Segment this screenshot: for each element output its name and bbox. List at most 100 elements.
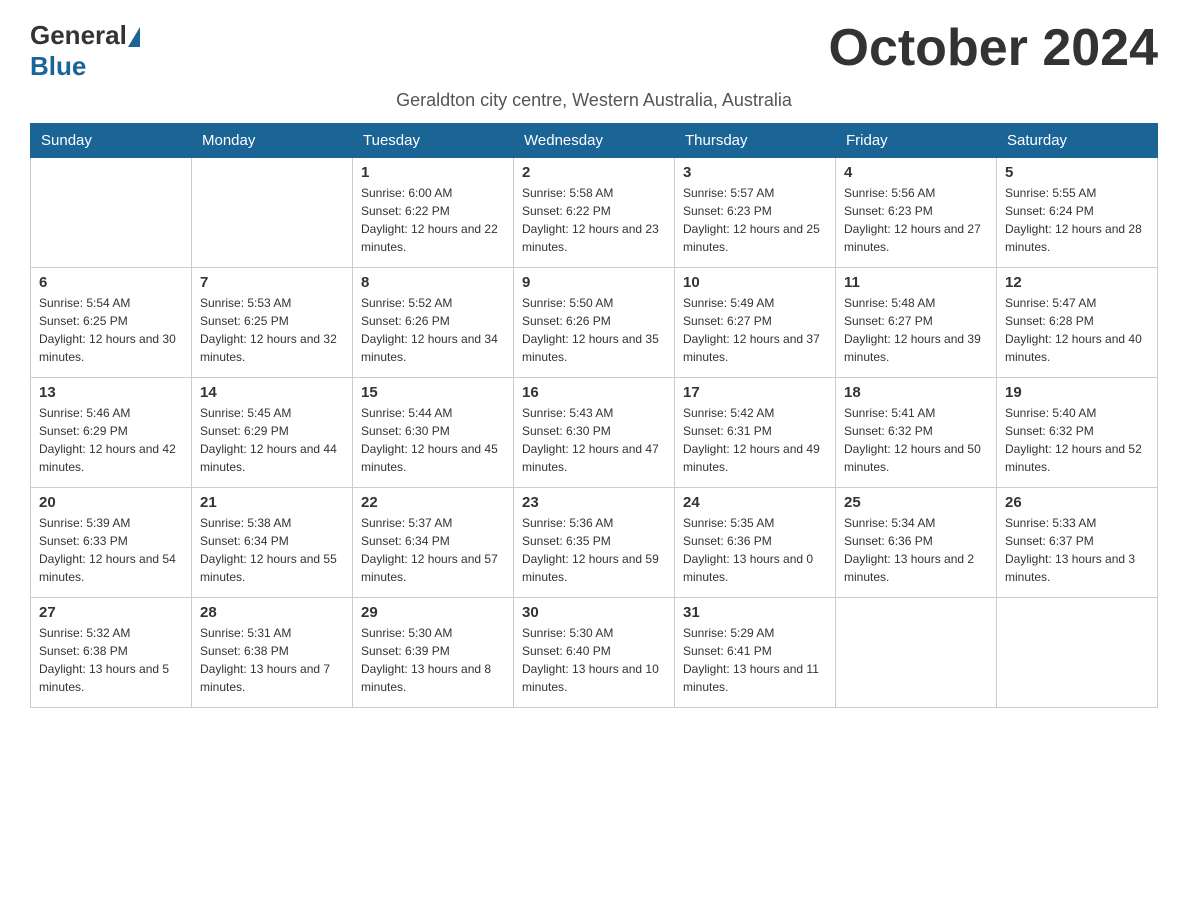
logo-blue-text: Blue	[30, 51, 86, 81]
cell-w4-d0: 20 Sunrise: 5:39 AMSunset: 6:33 PMDaylig…	[31, 488, 192, 598]
logo: General Blue	[30, 20, 141, 82]
cell-w1-d5: 4 Sunrise: 5:56 AMSunset: 6:23 PMDayligh…	[836, 158, 997, 268]
day-info: Sunrise: 5:49 AMSunset: 6:27 PMDaylight:…	[683, 294, 827, 366]
cell-w3-d3: 16 Sunrise: 5:43 AMSunset: 6:30 PMDaylig…	[514, 378, 675, 488]
day-number: 26	[1005, 494, 1149, 511]
day-number: 2	[522, 164, 666, 181]
cell-w1-d2: 1 Sunrise: 6:00 AMSunset: 6:22 PMDayligh…	[353, 158, 514, 268]
day-number: 22	[361, 494, 505, 511]
cell-w5-d1: 28 Sunrise: 5:31 AMSunset: 6:38 PMDaylig…	[192, 598, 353, 708]
cell-w3-d0: 13 Sunrise: 5:46 AMSunset: 6:29 PMDaylig…	[31, 378, 192, 488]
day-number: 10	[683, 274, 827, 291]
cell-w4-d4: 24 Sunrise: 5:35 AMSunset: 6:36 PMDaylig…	[675, 488, 836, 598]
week-row-4: 20 Sunrise: 5:39 AMSunset: 6:33 PMDaylig…	[31, 488, 1158, 598]
day-number: 8	[361, 274, 505, 291]
day-info: Sunrise: 5:45 AMSunset: 6:29 PMDaylight:…	[200, 404, 344, 476]
week-row-5: 27 Sunrise: 5:32 AMSunset: 6:38 PMDaylig…	[31, 598, 1158, 708]
calendar-header-row: Sunday Monday Tuesday Wednesday Thursday…	[31, 124, 1158, 158]
cell-w1-d4: 3 Sunrise: 5:57 AMSunset: 6:23 PMDayligh…	[675, 158, 836, 268]
col-sunday: Sunday	[31, 124, 192, 158]
cell-w5-d5	[836, 598, 997, 708]
cell-w2-d3: 9 Sunrise: 5:50 AMSunset: 6:26 PMDayligh…	[514, 268, 675, 378]
day-number: 9	[522, 274, 666, 291]
day-number: 17	[683, 384, 827, 401]
cell-w1-d0	[31, 158, 192, 268]
day-info: Sunrise: 5:50 AMSunset: 6:26 PMDaylight:…	[522, 294, 666, 366]
day-number: 4	[844, 164, 988, 181]
cell-w3-d4: 17 Sunrise: 5:42 AMSunset: 6:31 PMDaylig…	[675, 378, 836, 488]
cell-w2-d0: 6 Sunrise: 5:54 AMSunset: 6:25 PMDayligh…	[31, 268, 192, 378]
day-info: Sunrise: 5:38 AMSunset: 6:34 PMDaylight:…	[200, 514, 344, 586]
day-number: 30	[522, 604, 666, 621]
week-row-3: 13 Sunrise: 5:46 AMSunset: 6:29 PMDaylig…	[31, 378, 1158, 488]
cell-w3-d2: 15 Sunrise: 5:44 AMSunset: 6:30 PMDaylig…	[353, 378, 514, 488]
cell-w4-d2: 22 Sunrise: 5:37 AMSunset: 6:34 PMDaylig…	[353, 488, 514, 598]
cell-w1-d3: 2 Sunrise: 5:58 AMSunset: 6:22 PMDayligh…	[514, 158, 675, 268]
day-info: Sunrise: 5:33 AMSunset: 6:37 PMDaylight:…	[1005, 514, 1149, 586]
day-info: Sunrise: 5:37 AMSunset: 6:34 PMDaylight:…	[361, 514, 505, 586]
day-info: Sunrise: 5:46 AMSunset: 6:29 PMDaylight:…	[39, 404, 183, 476]
day-info: Sunrise: 5:42 AMSunset: 6:31 PMDaylight:…	[683, 404, 827, 476]
day-info: Sunrise: 5:36 AMSunset: 6:35 PMDaylight:…	[522, 514, 666, 586]
day-info: Sunrise: 5:54 AMSunset: 6:25 PMDaylight:…	[39, 294, 183, 366]
col-saturday: Saturday	[997, 124, 1158, 158]
day-info: Sunrise: 5:58 AMSunset: 6:22 PMDaylight:…	[522, 184, 666, 256]
day-number: 27	[39, 604, 183, 621]
day-info: Sunrise: 5:32 AMSunset: 6:38 PMDaylight:…	[39, 624, 183, 696]
cell-w4-d1: 21 Sunrise: 5:38 AMSunset: 6:34 PMDaylig…	[192, 488, 353, 598]
month-title: October 2024	[829, 20, 1159, 77]
day-info: Sunrise: 5:44 AMSunset: 6:30 PMDaylight:…	[361, 404, 505, 476]
day-number: 23	[522, 494, 666, 511]
cell-w1-d6: 5 Sunrise: 5:55 AMSunset: 6:24 PMDayligh…	[997, 158, 1158, 268]
day-info: Sunrise: 5:56 AMSunset: 6:23 PMDaylight:…	[844, 184, 988, 256]
logo-icon	[128, 27, 140, 47]
day-info: Sunrise: 5:34 AMSunset: 6:36 PMDaylight:…	[844, 514, 988, 586]
day-number: 13	[39, 384, 183, 401]
month-title-area: October 2024	[829, 20, 1159, 77]
day-number: 14	[200, 384, 344, 401]
cell-w3-d6: 19 Sunrise: 5:40 AMSunset: 6:32 PMDaylig…	[997, 378, 1158, 488]
day-info: Sunrise: 5:40 AMSunset: 6:32 PMDaylight:…	[1005, 404, 1149, 476]
day-info: Sunrise: 5:43 AMSunset: 6:30 PMDaylight:…	[522, 404, 666, 476]
day-info: Sunrise: 5:48 AMSunset: 6:27 PMDaylight:…	[844, 294, 988, 366]
cell-w5-d0: 27 Sunrise: 5:32 AMSunset: 6:38 PMDaylig…	[31, 598, 192, 708]
col-wednesday: Wednesday	[514, 124, 675, 158]
day-info: Sunrise: 5:53 AMSunset: 6:25 PMDaylight:…	[200, 294, 344, 366]
day-info: Sunrise: 5:39 AMSunset: 6:33 PMDaylight:…	[39, 514, 183, 586]
day-info: Sunrise: 5:31 AMSunset: 6:38 PMDaylight:…	[200, 624, 344, 696]
day-number: 5	[1005, 164, 1149, 181]
calendar-table: Sunday Monday Tuesday Wednesday Thursday…	[30, 123, 1158, 708]
day-info: Sunrise: 5:35 AMSunset: 6:36 PMDaylight:…	[683, 514, 827, 586]
day-number: 24	[683, 494, 827, 511]
day-info: Sunrise: 6:00 AMSunset: 6:22 PMDaylight:…	[361, 184, 505, 256]
cell-w1-d1	[192, 158, 353, 268]
cell-w3-d1: 14 Sunrise: 5:45 AMSunset: 6:29 PMDaylig…	[192, 378, 353, 488]
cell-w5-d4: 31 Sunrise: 5:29 AMSunset: 6:41 PMDaylig…	[675, 598, 836, 708]
day-number: 16	[522, 384, 666, 401]
day-number: 18	[844, 384, 988, 401]
day-number: 12	[1005, 274, 1149, 291]
logo-general-text: General	[30, 20, 127, 50]
day-number: 3	[683, 164, 827, 181]
day-number: 25	[844, 494, 988, 511]
day-number: 29	[361, 604, 505, 621]
col-thursday: Thursday	[675, 124, 836, 158]
day-info: Sunrise: 5:57 AMSunset: 6:23 PMDaylight:…	[683, 184, 827, 256]
page-header: General Blue October 2024	[30, 20, 1158, 82]
day-number: 15	[361, 384, 505, 401]
cell-w4-d5: 25 Sunrise: 5:34 AMSunset: 6:36 PMDaylig…	[836, 488, 997, 598]
cell-w2-d2: 8 Sunrise: 5:52 AMSunset: 6:26 PMDayligh…	[353, 268, 514, 378]
cell-w5-d6	[997, 598, 1158, 708]
day-info: Sunrise: 5:30 AMSunset: 6:40 PMDaylight:…	[522, 624, 666, 696]
day-number: 1	[361, 164, 505, 181]
week-row-2: 6 Sunrise: 5:54 AMSunset: 6:25 PMDayligh…	[31, 268, 1158, 378]
day-info: Sunrise: 5:41 AMSunset: 6:32 PMDaylight:…	[844, 404, 988, 476]
day-info: Sunrise: 5:52 AMSunset: 6:26 PMDaylight:…	[361, 294, 505, 366]
day-number: 28	[200, 604, 344, 621]
cell-w5-d3: 30 Sunrise: 5:30 AMSunset: 6:40 PMDaylig…	[514, 598, 675, 708]
day-info: Sunrise: 5:29 AMSunset: 6:41 PMDaylight:…	[683, 624, 827, 696]
day-number: 7	[200, 274, 344, 291]
cell-w5-d2: 29 Sunrise: 5:30 AMSunset: 6:39 PMDaylig…	[353, 598, 514, 708]
day-number: 19	[1005, 384, 1149, 401]
location-title: Geraldton city centre, Western Australia…	[30, 90, 1158, 111]
